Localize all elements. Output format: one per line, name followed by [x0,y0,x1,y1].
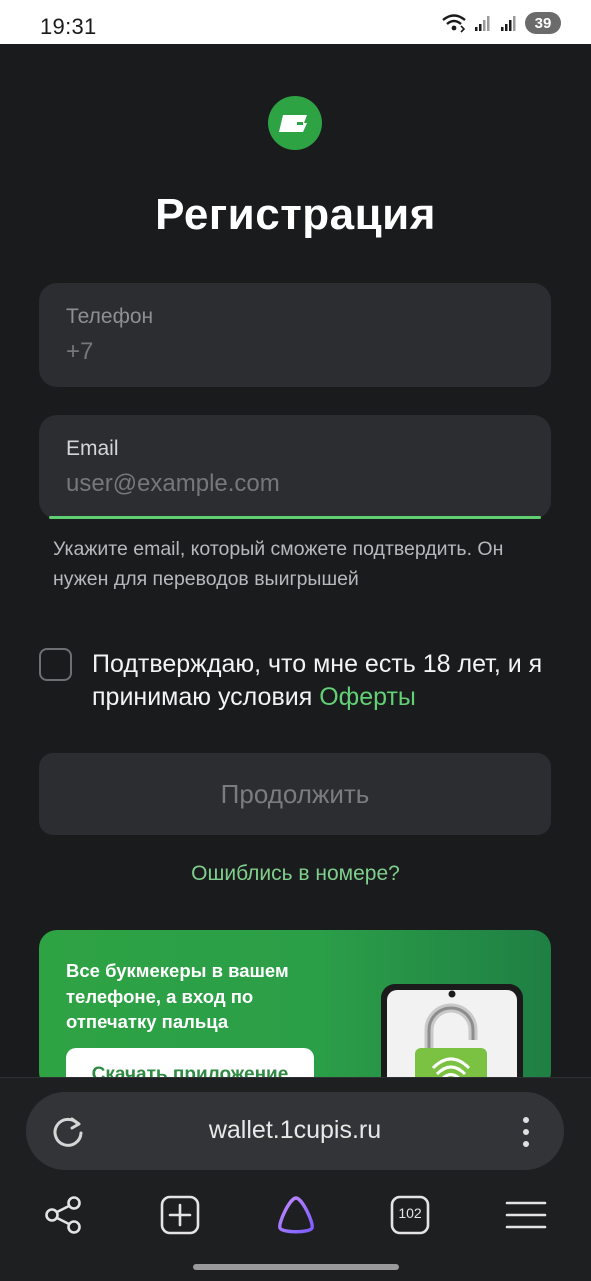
battery-level: 39 [534,14,552,32]
wifi-icon [442,14,466,33]
url-text[interactable]: wallet.1cupis.ru [26,1116,564,1145]
share-icon[interactable] [42,1193,86,1237]
email-input[interactable]: user@example.com [66,470,280,498]
wallet-logo-icon [268,96,322,150]
page-title: Регистрация [155,190,436,239]
tabs-count: 102 [398,1205,422,1221]
wrong-number-link[interactable]: Ошиблись в номере? [0,862,591,886]
address-bar[interactable]: wallet.1cupis.ru [26,1092,564,1170]
new-tab-icon[interactable] [158,1193,202,1237]
signal-icon [475,16,490,31]
phone-input[interactable]: +7 [66,338,93,366]
email-focus-underline [49,516,541,519]
phone-fingerprint-illustration [381,984,523,1090]
continue-button[interactable]: Продолжить [39,753,551,835]
battery-icon: 39 [525,12,561,34]
agree-text: Подтверждаю, что мне есть 18 лет, и я пр… [92,648,562,714]
browser-bottom-bar: wallet.1cupis.ru 102 [0,1077,591,1281]
phone-field[interactable]: Телефон +7 [39,283,551,387]
menu-icon[interactable] [504,1193,548,1237]
status-icons: 39 [441,12,561,34]
email-field[interactable]: Email user@example.com [39,415,551,519]
signal-icon [501,16,516,31]
offer-link[interactable]: Оферты [319,683,416,711]
home-indicator[interactable] [193,1264,399,1270]
age-confirm-checkbox[interactable] [39,648,72,681]
app-promo-banner[interactable]: Все букмекеры в вашем телефоне, а вход п… [39,930,551,1090]
alice-icon[interactable] [274,1193,318,1237]
email-hint: Укажите email, который сможете подтверди… [53,538,504,590]
status-time: 19:31 [40,14,97,39]
phone-label: Телефон [66,305,154,328]
agree-label: Подтверждаю, что мне есть 18 лет, и я пр… [92,650,543,711]
status-bar: 19:31 39 [0,0,591,44]
email-label: Email [66,437,119,460]
more-vert-icon[interactable] [514,1112,538,1152]
promo-text: Все букмекеры в вашем телефоне, а вход п… [66,960,289,1032]
